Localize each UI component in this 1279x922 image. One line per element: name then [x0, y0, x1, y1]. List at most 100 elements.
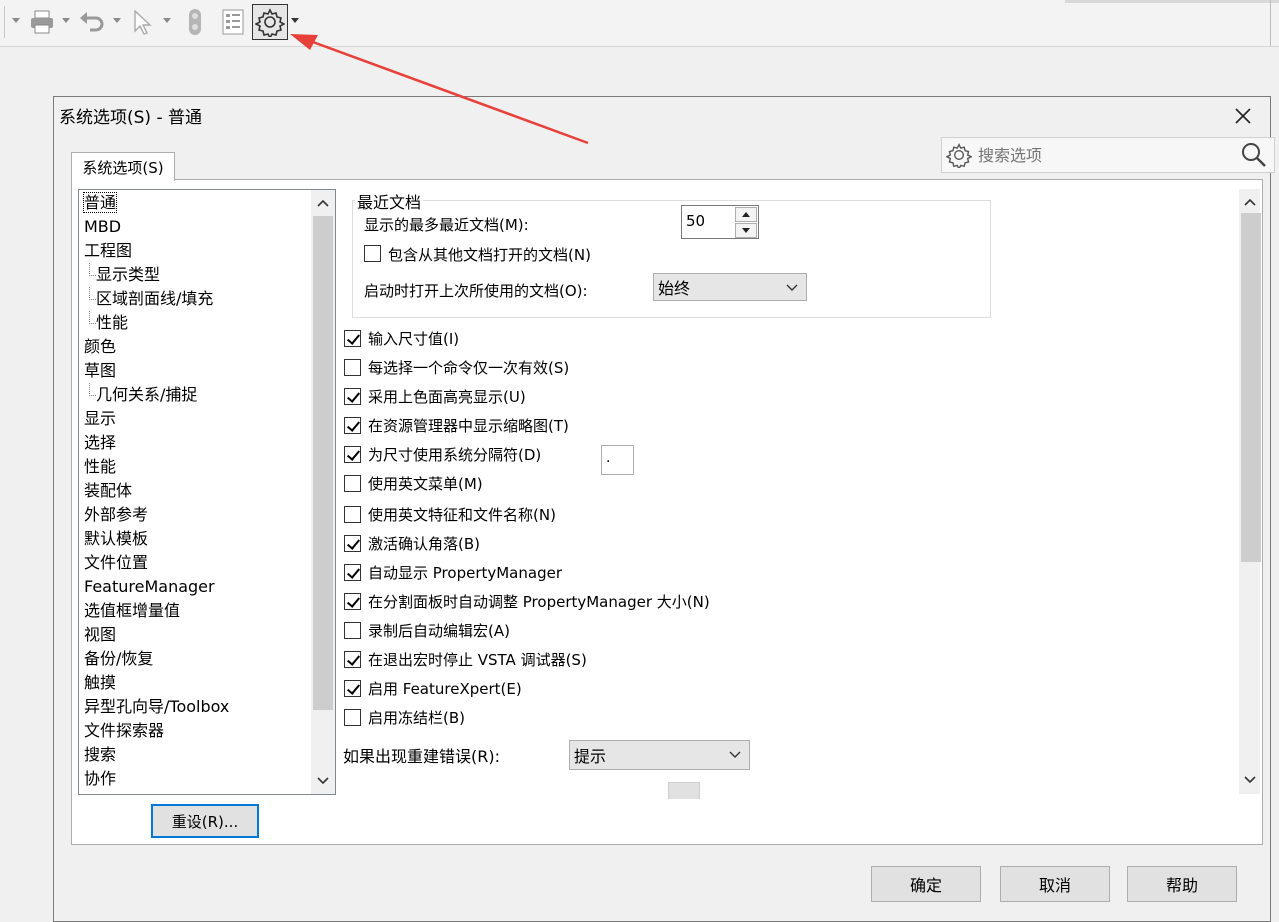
search-input[interactable] — [976, 144, 1220, 166]
option-label: 在资源管理器中显示缩略图(T) — [368, 417, 569, 435]
tree-items: 普通 MBD 工程图 显示类型 区域剖面线/填充 性能 颜色 草图 几何关系/捕捉 显示 选择 性能装… — [82, 191, 309, 791]
option-checkbox[interactable] — [344, 651, 361, 668]
options-panel: 普通 MBD 工程图 显示类型 区域剖面线/填充 性能 颜色 草图 几何关系/捕捉 显示 选择 性能装… — [71, 179, 1263, 845]
tree-item[interactable]: 性能 — [84, 455, 309, 479]
tree-item[interactable]: 区域剖面线/填充 — [84, 287, 309, 311]
option-label: 激活确认角落(B) — [368, 535, 480, 553]
options-button[interactable] — [252, 4, 288, 40]
options-scrollbar[interactable] — [1239, 189, 1261, 794]
options-scroll-up[interactable] — [1239, 191, 1260, 213]
stepper-down[interactable] — [735, 223, 757, 238]
option-checkbox[interactable] — [344, 709, 361, 726]
dropdown-arrow-icon[interactable] — [62, 18, 70, 23]
partially-visible-control[interactable] — [668, 782, 700, 799]
select-button[interactable] — [128, 4, 156, 40]
tree-item[interactable]: 默认模板 — [84, 527, 309, 551]
option-checkbox[interactable] — [344, 622, 361, 639]
separator-value-field[interactable]: . — [601, 445, 634, 475]
option-label: 启用冻结栏(B) — [368, 709, 465, 727]
open-last-select[interactable]: 始终 — [653, 273, 807, 301]
option-label: 采用上色面高亮显示(U) — [368, 388, 526, 406]
triangle-up-icon — [742, 212, 750, 217]
include-other-docs-checkbox[interactable] — [364, 245, 381, 262]
tree-item[interactable]: 视图 — [84, 623, 309, 647]
tree-item-label: 颜色 — [84, 337, 117, 356]
dropdown-arrow-icon[interactable] — [113, 18, 121, 23]
tree-item[interactable]: 草图 — [84, 359, 309, 383]
options-gear-icon — [255, 8, 285, 37]
tree-item[interactable]: 外部参考 — [84, 503, 309, 527]
option-checkbox[interactable] — [344, 475, 361, 492]
tree-item[interactable]: MBD — [84, 215, 309, 239]
option-label: 输入尺寸值(I) — [368, 330, 460, 348]
chevron-up-icon — [1243, 198, 1256, 206]
tree-item[interactable]: 异型孔向导/Toolbox — [84, 695, 309, 719]
undo-icon — [80, 12, 104, 32]
tree-item[interactable]: 选值框增量值 — [84, 599, 309, 623]
search-icon[interactable] — [1240, 141, 1268, 169]
reset-button[interactable]: 重设(R)... — [151, 804, 259, 838]
option-checkbox[interactable] — [344, 359, 361, 376]
option-checkbox[interactable] — [344, 680, 361, 697]
cancel-button[interactable]: 取消 — [1000, 866, 1110, 902]
tree-item[interactable]: 协作 — [84, 767, 309, 791]
tree-item-label: 协作 — [84, 769, 117, 788]
rebuild-button[interactable] — [182, 4, 208, 40]
option-checkbox[interactable] — [344, 417, 361, 434]
option-label: 使用英文菜单(M) — [368, 475, 483, 493]
option-checkbox[interactable] — [344, 446, 361, 463]
options-scroll-thumb[interactable] — [1241, 213, 1261, 562]
tab-system-options[interactable]: 系统选项(S) — [71, 152, 175, 181]
option-checkbox[interactable] — [344, 535, 361, 552]
option-checkbox[interactable] — [344, 506, 361, 523]
tree-item[interactable]: 装配体 — [84, 479, 309, 503]
option-label: 录制后自动编辑宏(A) — [368, 622, 510, 640]
tree-item[interactable]: 选择 — [84, 431, 309, 455]
option-checkbox[interactable] — [344, 388, 361, 405]
tree-item-label: 默认模板 — [84, 529, 149, 548]
stepper-up[interactable] — [735, 207, 757, 222]
tree-scroll-down[interactable] — [311, 770, 335, 792]
tree-item-label: 备份/恢复 — [84, 649, 154, 668]
tree-item[interactable]: 工程图 — [84, 239, 309, 263]
options-scroll-down[interactable] — [1239, 769, 1260, 791]
ok-button[interactable]: 确定 — [871, 866, 981, 902]
tree-item[interactable]: 触摸 — [84, 671, 309, 695]
dropdown-arrow-icon[interactable] — [12, 18, 20, 23]
undo-button[interactable] — [76, 4, 108, 40]
print-button[interactable] — [26, 4, 58, 40]
option-checkbox[interactable] — [344, 330, 361, 347]
tree-item-label: 触摸 — [84, 673, 117, 692]
search-options-box[interactable] — [941, 137, 1275, 173]
tree-item[interactable]: 显示 — [84, 407, 309, 431]
options-dropdown-arrow-icon[interactable] — [291, 18, 299, 23]
file-properties-button[interactable] — [218, 4, 248, 40]
max-recent-value[interactable]: 50 — [686, 212, 705, 230]
tree-item[interactable]: FeatureManager — [84, 575, 309, 599]
tree-item[interactable]: 文件位置 — [84, 551, 309, 575]
tree-item[interactable]: 性能 — [84, 311, 309, 335]
option-checkbox[interactable] — [344, 564, 361, 581]
open-last-value: 始终 — [658, 279, 691, 298]
select-pointer-icon — [134, 9, 152, 35]
dropdown-arrow-icon[interactable] — [163, 18, 171, 23]
tree-item[interactable]: 几何关系/捕捉 — [84, 383, 309, 407]
tree-item[interactable]: 普通 — [82, 191, 309, 215]
tree-scroll-thumb[interactable] — [313, 216, 333, 710]
tree-item[interactable]: 显示类型 — [84, 263, 309, 287]
tree-scrollbar[interactable] — [311, 190, 335, 794]
chevron-up-icon — [317, 199, 329, 207]
print-icon — [31, 10, 53, 34]
close-button[interactable] — [1230, 103, 1256, 129]
tree-item[interactable]: 颜色 — [84, 335, 309, 359]
tree-item[interactable]: 文件探索器 — [84, 719, 309, 743]
max-recent-label: 显示的最多最近文档(M): — [364, 216, 529, 234]
max-recent-stepper[interactable]: 50 — [681, 205, 759, 239]
tree-scroll-up[interactable] — [311, 192, 335, 214]
option-checkbox[interactable] — [344, 593, 361, 610]
tree-item[interactable]: 备份/恢复 — [84, 647, 309, 671]
help-button[interactable]: 帮助 — [1127, 866, 1237, 902]
tree-item-label: 搜索 — [84, 745, 117, 764]
tree-item[interactable]: 搜索 — [84, 743, 309, 767]
rebuild-error-select[interactable]: 提示 — [569, 740, 750, 770]
